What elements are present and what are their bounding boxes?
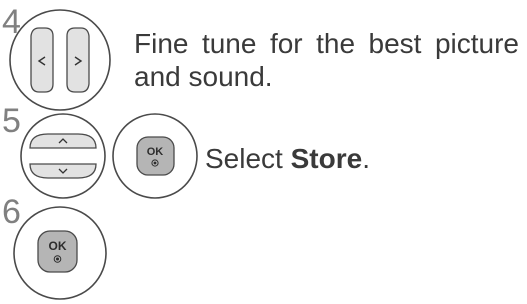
up-down-remote-buttons	[20, 113, 106, 199]
step-4-line-2: and sound.	[134, 61, 273, 92]
store-keyword: Store	[290, 143, 363, 174]
left-button[interactable]	[30, 27, 54, 93]
left-right-remote-buttons	[9, 9, 111, 111]
step-4-line-1: Fine tune for the best picture	[134, 28, 519, 59]
ok-label: OK	[147, 146, 164, 158]
step-5-instruction: Select Store.	[205, 142, 370, 175]
down-button[interactable]	[29, 163, 97, 179]
ok-button[interactable]: OK	[37, 230, 78, 273]
right-button[interactable]	[66, 27, 90, 93]
step-4-instruction: Fine tune for the best picture and sound…	[134, 27, 519, 93]
ok-button[interactable]: OK	[136, 136, 175, 176]
ok-label: OK	[49, 239, 67, 253]
ok-remote-button-step-6: OK	[13, 206, 107, 300]
step-5-prefix: Select	[205, 143, 291, 174]
step-5-suffix: .	[362, 143, 370, 174]
up-button[interactable]	[29, 133, 97, 149]
ok-remote-button-step-5: OK	[112, 113, 198, 199]
